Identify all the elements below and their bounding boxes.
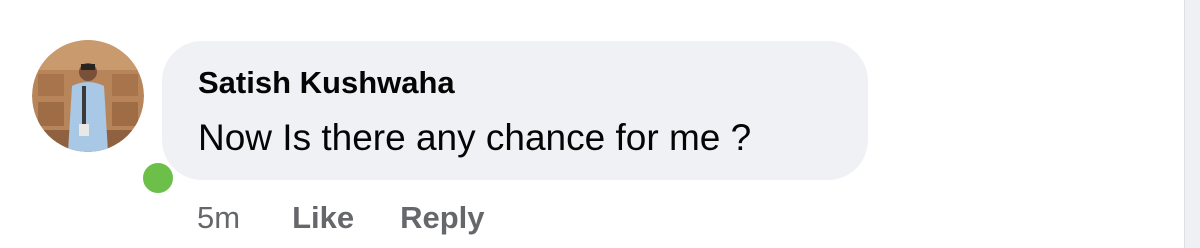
- comment-actions: 5m Like Reply: [197, 196, 485, 240]
- comment-timestamp[interactable]: 5m: [197, 200, 240, 236]
- comment-thread: Satish Kushwaha Now Is there any chance …: [0, 0, 1200, 248]
- reply-button[interactable]: Reply: [400, 200, 484, 236]
- comment-text: Now Is there any chance for me ?: [198, 117, 752, 158]
- avatar-photo: [32, 40, 144, 152]
- like-button[interactable]: Like: [292, 200, 354, 236]
- comment-author[interactable]: Satish Kushwaha: [198, 65, 455, 101]
- avatar[interactable]: [32, 40, 178, 198]
- scrollbar[interactable]: [1184, 0, 1200, 248]
- comment-bubble[interactable]: Satish Kushwaha Now Is there any chance …: [162, 41, 868, 180]
